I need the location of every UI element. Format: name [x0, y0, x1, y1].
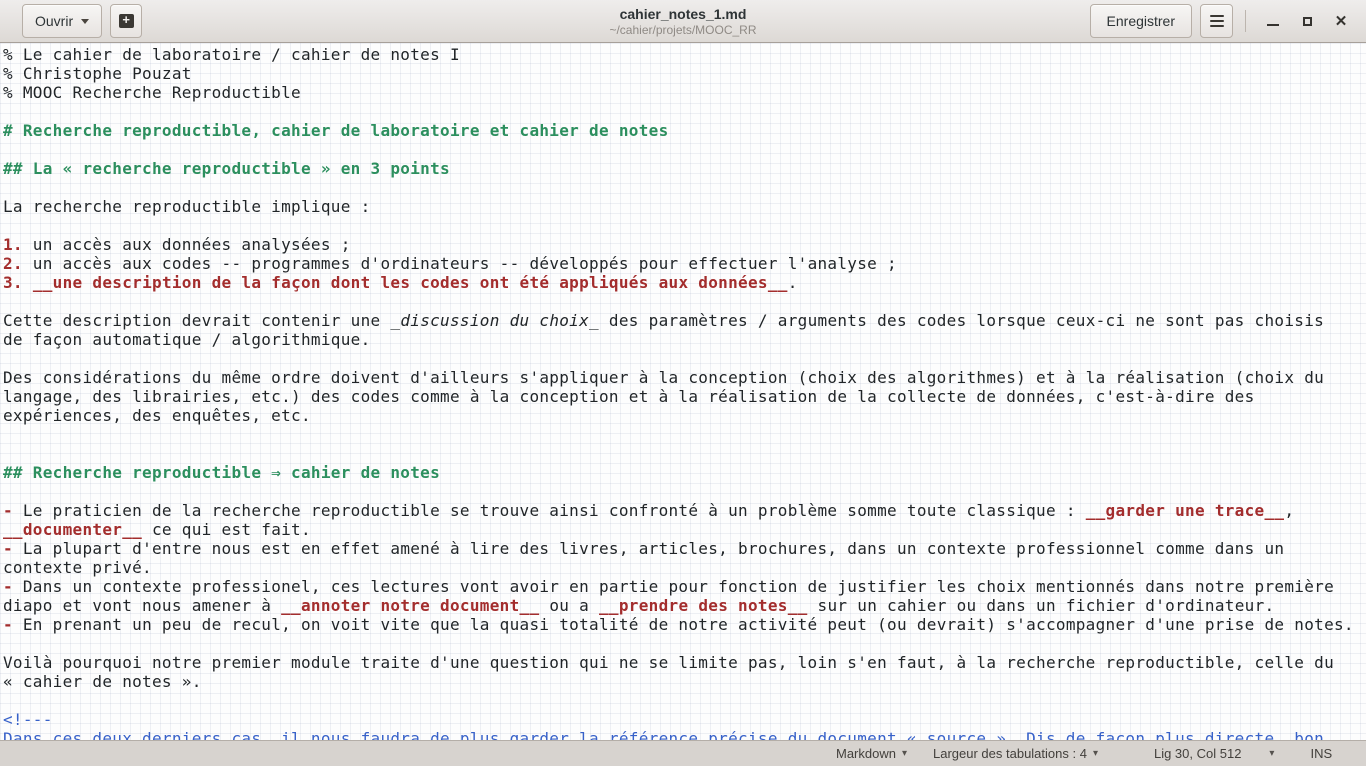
editor-line: 1. un accès aux données analysées ;	[3, 235, 1366, 254]
editor-line: # Recherche reproductible, cahier de lab…	[3, 121, 1366, 140]
editor-line: <!---	[3, 710, 1366, 729]
editor-line	[3, 425, 1366, 444]
hamburger-menu-icon	[1210, 15, 1224, 17]
chevron-down-icon	[81, 19, 89, 24]
editor-line: 3. __une description de la façon dont le…	[3, 273, 1366, 292]
minimize-icon	[1267, 24, 1279, 26]
goto-line-dropdown[interactable]: ▾	[1265, 748, 1278, 759]
editor-line: % Le cahier de laboratoire / cahier de n…	[3, 45, 1366, 64]
new-document-icon	[119, 14, 134, 28]
editor-line: de façon automatique / algorithmique.	[3, 330, 1366, 349]
editor-line: ## La « recherche reproductible » en 3 p…	[3, 159, 1366, 178]
save-button-label: Enregistrer	[1107, 13, 1175, 29]
editor-line	[3, 178, 1366, 197]
editor-line: - La plupart d'entre nous est en effet a…	[3, 539, 1366, 558]
editor-line: langage, des librairies, etc.) des codes…	[3, 387, 1366, 406]
cursor-position[interactable]: Lig 30, Col 512	[1150, 746, 1245, 761]
maximize-button[interactable]	[1290, 4, 1324, 38]
open-button-label: Ouvrir	[35, 13, 73, 29]
chevron-down-icon: ▾	[902, 748, 907, 759]
editor-line: Des considérations du même ordre doivent…	[3, 368, 1366, 387]
text-editor[interactable]: % Le cahier de laboratoire / cahier de n…	[0, 43, 1366, 740]
chevron-down-icon: ▾	[1093, 748, 1098, 759]
editor-line: % MOOC Recherche Reproductible	[3, 83, 1366, 102]
editor-line: __documenter__ ce qui est fait.	[3, 520, 1366, 539]
tab-width-selector[interactable]: Largeur des tabulations : 4 ▾	[929, 746, 1102, 761]
editor-line: - Le praticien de la recherche reproduct…	[3, 501, 1366, 520]
editor-line: Dans ces deux derniers cas, il nous faud…	[3, 729, 1366, 740]
insert-mode-label: INS	[1310, 746, 1332, 761]
editor-line: ## Recherche reproductible ⇒ cahier de n…	[3, 463, 1366, 482]
editor-line: - Dans un contexte professionel, ces lec…	[3, 577, 1366, 596]
maximize-icon	[1303, 17, 1312, 26]
gedit-window: Ouvrir cahier_notes_1.md ~/cahier/projet…	[0, 0, 1366, 766]
editor-line: diapo et vont nous amener à __annoter no…	[3, 596, 1366, 615]
editor-line	[3, 482, 1366, 501]
editor-line	[3, 349, 1366, 368]
new-document-button[interactable]	[110, 4, 142, 38]
document-title: cahier_notes_1.md	[620, 6, 747, 23]
headerbar: Ouvrir cahier_notes_1.md ~/cahier/projet…	[0, 0, 1366, 43]
editor-line: contexte privé.	[3, 558, 1366, 577]
document-path: ~/cahier/projets/MOOC_RR	[609, 23, 756, 37]
save-button[interactable]: Enregistrer	[1090, 4, 1192, 38]
editor-line: 2. un accès aux codes -- programmes d'or…	[3, 254, 1366, 273]
cursor-position-label: Lig 30, Col 512	[1154, 746, 1241, 761]
editor-line	[3, 140, 1366, 159]
headerbar-right: Enregistrer ✕	[1090, 4, 1358, 38]
editor-line	[3, 216, 1366, 235]
header-separator	[1245, 10, 1246, 32]
editor-line: - En prenant un peu de recul, on voit vi…	[3, 615, 1366, 634]
statusbar: Markdown ▾ Largeur des tabulations : 4 ▾…	[0, 740, 1366, 766]
editor-content: % Le cahier de laboratoire / cahier de n…	[3, 45, 1366, 740]
close-icon: ✕	[1335, 14, 1348, 29]
editor-line: Voilà pourquoi notre premier module trai…	[3, 653, 1366, 672]
minimize-button[interactable]	[1256, 4, 1290, 38]
editor-line: « cahier de notes ».	[3, 672, 1366, 691]
insert-mode-indicator: INS	[1306, 746, 1336, 761]
editor-line	[3, 292, 1366, 311]
editor-line: La recherche reproductible implique :	[3, 197, 1366, 216]
language-selector[interactable]: Markdown ▾	[832, 746, 911, 761]
chevron-down-icon: ▾	[1269, 748, 1274, 759]
editor-line	[3, 444, 1366, 463]
tab-width-label: Largeur des tabulations : 4	[933, 746, 1087, 761]
editor-line: expériences, des enquêtes, etc.	[3, 406, 1366, 425]
language-label: Markdown	[836, 746, 896, 761]
editor-line	[3, 102, 1366, 121]
close-button[interactable]: ✕	[1324, 4, 1358, 38]
menu-button[interactable]	[1200, 4, 1233, 38]
editor-line: Cette description devrait contenir une _…	[3, 311, 1366, 330]
editor-line	[3, 634, 1366, 653]
open-button[interactable]: Ouvrir	[22, 4, 102, 38]
editor-line: % Christophe Pouzat	[3, 64, 1366, 83]
editor-line	[3, 691, 1366, 710]
